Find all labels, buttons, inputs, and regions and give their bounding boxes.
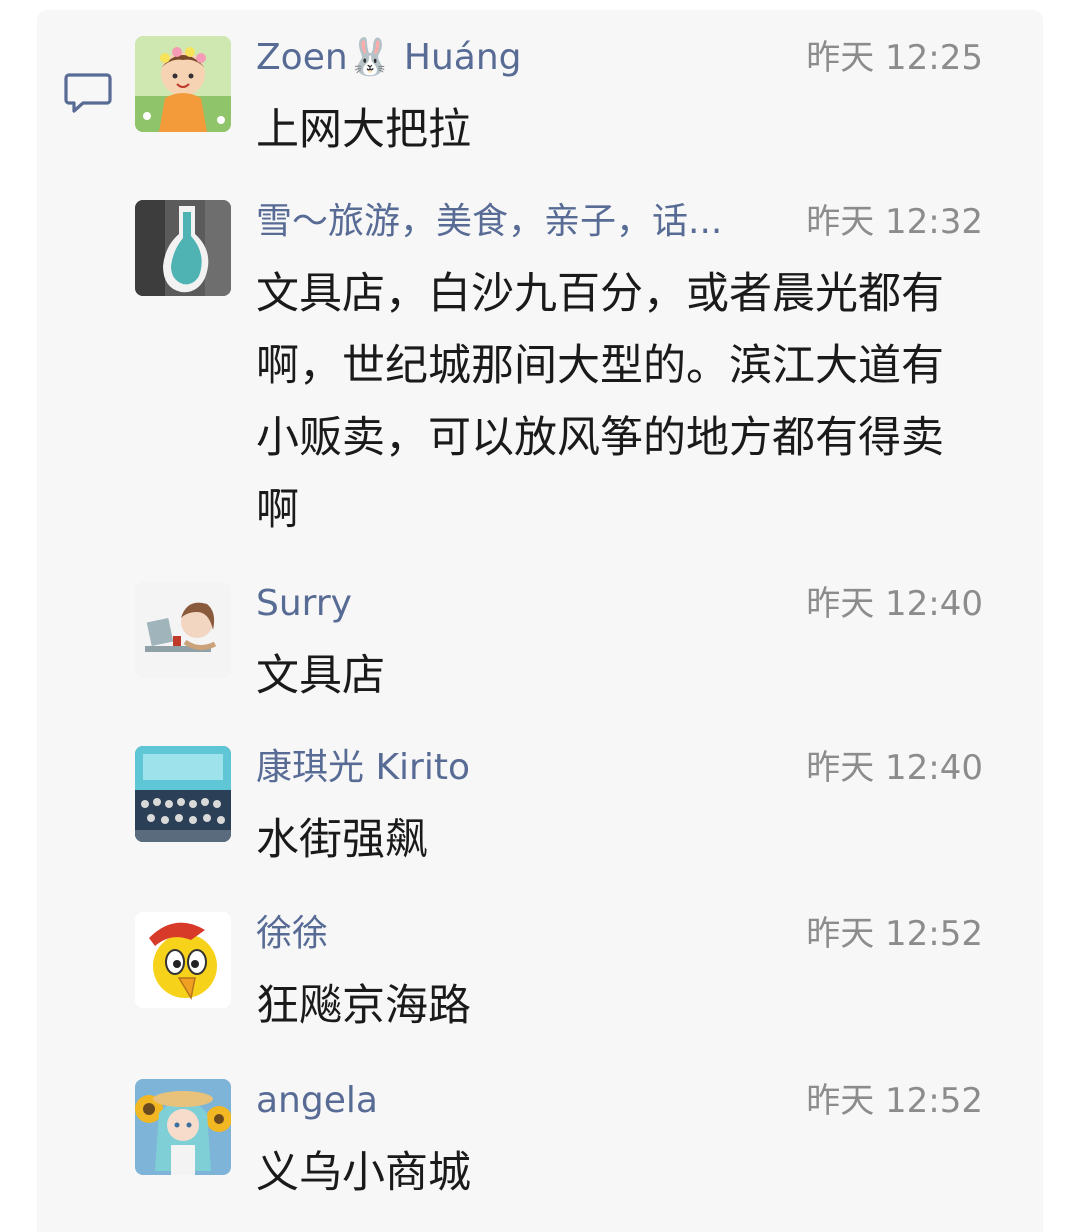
comment-time: 昨天 12:32 [806, 202, 983, 242]
comment-author[interactable]: 雪～旅游，美食，亲子，话... [256, 200, 722, 244]
comment-time: 昨天 12:52 [806, 1081, 983, 1121]
group-photo-avatar[interactable] [135, 746, 231, 842]
comment-author[interactable]: Surry [256, 582, 352, 626]
comment-text: 上网大把拉 [256, 105, 471, 155]
comment-author[interactable]: Zoen🐰 Huáng [256, 36, 522, 80]
yellow-bird-avatar[interactable] [135, 912, 231, 1008]
comment-author[interactable]: 康琪光 Kirito [256, 746, 470, 790]
comment-author[interactable]: 徐徐 [256, 912, 328, 956]
comment-icon [63, 71, 113, 117]
comment-text: 狂飚京海路 [256, 981, 471, 1031]
comment-text: 文具店 [256, 651, 385, 701]
comment-time: 昨天 12:25 [806, 38, 983, 78]
teal-vase-avatar[interactable] [135, 200, 231, 296]
comment-text: 义乌小商城 [256, 1148, 471, 1198]
girl-flower-crown-avatar[interactable] [135, 36, 231, 132]
girl-sunflower-avatar[interactable] [135, 1079, 231, 1175]
girl-at-desk-avatar[interactable] [135, 582, 231, 678]
comment-author[interactable]: angela [256, 1079, 378, 1123]
comment-time: 昨天 12:40 [806, 584, 983, 624]
comment-text: 文具店，白沙九百分，或者晨光都有啊，世纪城那间大型的。滨江大道有小贩卖，可以放风… [256, 269, 944, 535]
comment-text: 水街强飙 [256, 815, 428, 865]
comment-time: 昨天 12:52 [806, 914, 983, 954]
comment-time: 昨天 12:40 [806, 748, 983, 788]
